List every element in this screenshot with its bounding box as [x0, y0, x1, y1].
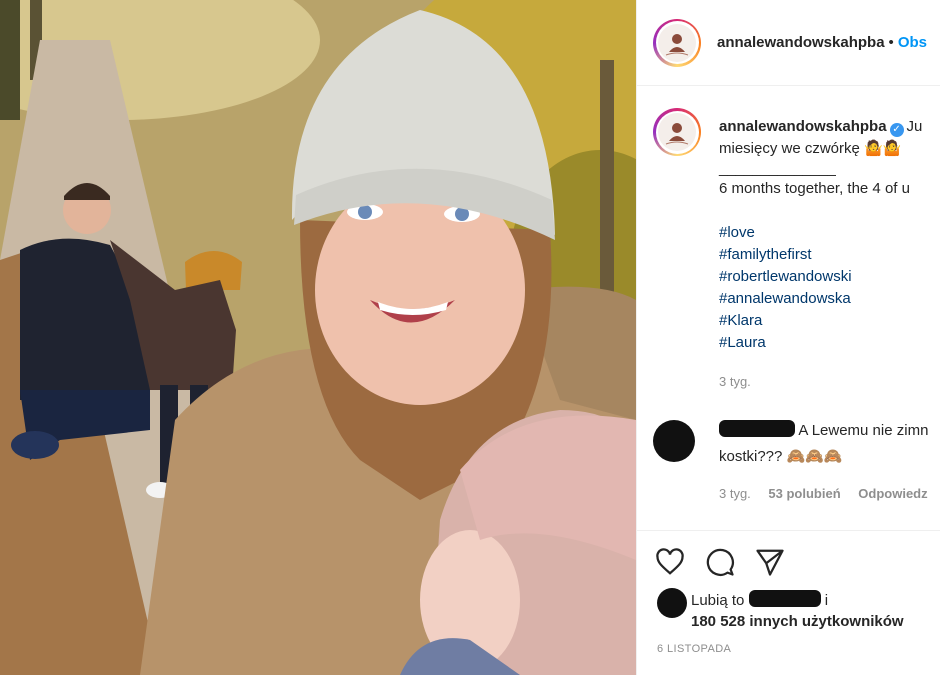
caption-divider: ______________ [719, 160, 836, 177]
liker-avatar-redacted[interactable] [657, 588, 687, 618]
separator-dot: • [888, 34, 894, 51]
hashtag-annalewandowska[interactable]: #annalewandowska [719, 288, 940, 310]
post-sidebar: annalewandowskahpba • Obs annalewandowsk… [636, 0, 940, 675]
caption-username[interactable]: annalewandowskahpba [719, 118, 887, 135]
hashtag-laura[interactable]: #Laura [719, 332, 940, 354]
verified-badge-icon: ✓ [889, 123, 904, 137]
avatar-logo-icon [665, 33, 689, 55]
avatar-logo-icon [665, 123, 689, 145]
liked-by-line: Lubią to i [691, 590, 828, 609]
liked-by-prefix: Lubią to [691, 592, 745, 609]
author-avatar[interactable] [653, 18, 701, 67]
photo-illustration [0, 0, 636, 675]
comment-reply-button[interactable]: Odpowiedz [858, 486, 927, 501]
liked-by-count[interactable]: 180 528 innych użytkowników [691, 613, 904, 630]
liked-by-suffix: i [824, 592, 829, 609]
comment-line-2: kostki??? 🙈🙈🙈 [719, 448, 843, 465]
post-actions [637, 530, 940, 592]
liker-username-redacted[interactable] [748, 590, 821, 607]
comment-likes[interactable]: 53 polubień [768, 486, 840, 501]
caption-timestamp[interactable]: 3 tyg. [719, 374, 751, 389]
caption-text: annalewandowskahpba ✓ Ju miesięcy we czwór… [719, 116, 940, 354]
author-username[interactable]: annalewandowskahpba [717, 34, 885, 51]
comment-line-1: A Lewemu nie zimn [798, 422, 929, 439]
caption-line-3: 6 months together, the 4 of u [719, 180, 910, 197]
commenter-username-redacted[interactable] [719, 420, 795, 437]
comment-timestamp[interactable]: 3 tyg. [719, 486, 751, 501]
caption-line-1: Ju [906, 118, 923, 135]
caption-avatar[interactable] [653, 108, 701, 156]
post-header: annalewandowskahpba • Obs [637, 0, 940, 86]
post-date[interactable]: 6 LISTOPADA [657, 643, 731, 655]
heart-icon[interactable] [655, 547, 685, 577]
follow-button[interactable]: Obs [898, 34, 927, 51]
post-photo[interactable] [0, 0, 636, 675]
hashtag-love[interactable]: #love [719, 222, 940, 244]
share-icon[interactable] [755, 547, 785, 577]
comment-text: A Lewemu nie zimn kostki??? 🙈🙈🙈 [719, 418, 940, 470]
comment-icon[interactable] [705, 547, 735, 577]
hashtag-familythefirst[interactable]: #familythefirst [719, 244, 940, 266]
comment-meta: 3 tyg. 53 polubień Odpowiedz [719, 486, 940, 501]
commenter-avatar-redacted[interactable] [653, 420, 695, 462]
caption-line-2: miesięcy we czwórkę 🤷🤷 [719, 140, 902, 157]
hashtag-robertlewandowski[interactable]: #robertlewandowski [719, 266, 940, 288]
hashtag-klara[interactable]: #Klara [719, 310, 940, 332]
